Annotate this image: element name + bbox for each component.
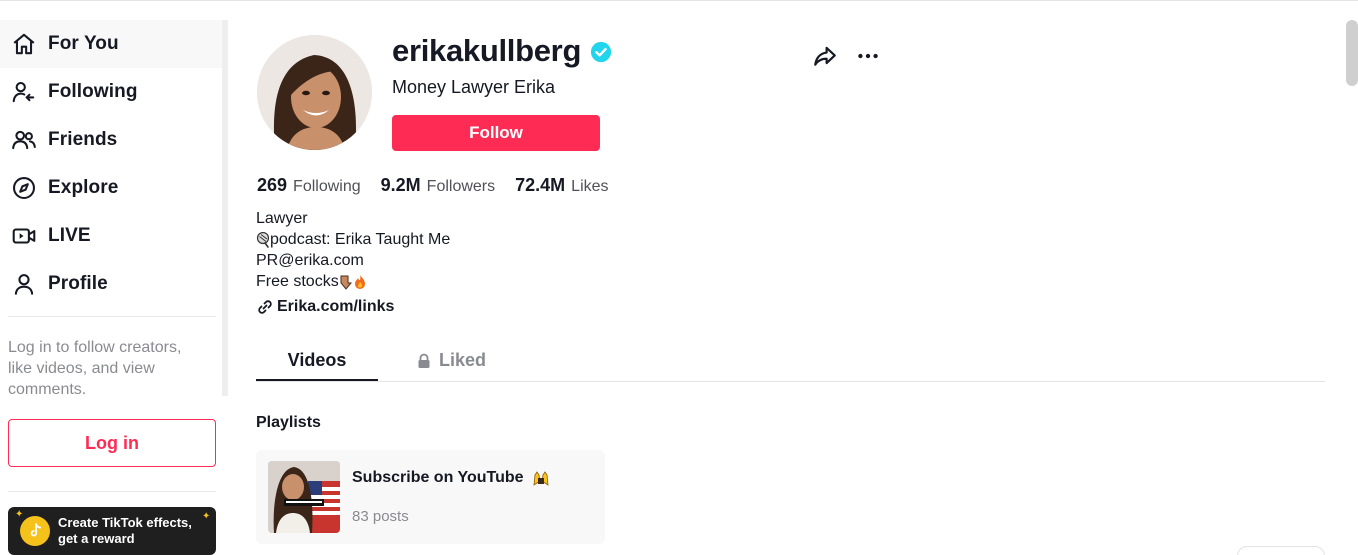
effects-banner-text: Create TikTok effects, get a reward [58, 515, 192, 547]
login-prompt-text: Log in to follow creators, like videos, … [8, 339, 182, 398]
followers-label: Followers [426, 178, 496, 195]
sidebar-scrollbar[interactable] [222, 20, 228, 396]
sidebar-item-label: LIVE [48, 225, 91, 246]
sidebar-item-friends[interactable]: Friends [0, 116, 222, 164]
bio-line: PR@erika.com [256, 252, 364, 269]
following-count: 269 [257, 175, 288, 195]
sparkle-icon: ✦ [15, 509, 24, 520]
playlist-thumbnail [268, 461, 340, 533]
lock-icon [416, 353, 432, 369]
profile-link[interactable]: Erika.com/links [257, 298, 394, 316]
profile-bio: Lawyer podcast: Erika Taught Me PR@erika… [256, 208, 450, 292]
page-scrollbar[interactable] [1346, 20, 1358, 86]
corner-button[interactable] [1237, 546, 1325, 555]
sidebar-item-live[interactable]: LIVE [0, 212, 222, 260]
bio-line: Lawyer [256, 210, 308, 227]
bio-stocks-text: Free stocks [256, 273, 339, 290]
sidebar-item-label: For You [48, 33, 119, 54]
profile-avatar[interactable] [257, 35, 372, 150]
profile-nickname: Money Lawyer Erika [392, 77, 556, 97]
tab-liked[interactable]: Liked [396, 340, 506, 381]
bio-line: podcast: Erika Taught Me [256, 229, 450, 250]
link-icon [257, 299, 273, 315]
following-icon [10, 78, 38, 106]
effects-reward-banner[interactable]: Create TikTok effects, get a reward ✦ ✦ [8, 507, 216, 555]
profile-username: erikakullberg [392, 33, 582, 68]
sidebar-item-following[interactable]: Following [0, 68, 222, 116]
verified-badge-icon [590, 41, 612, 63]
pointing-down-emoji-icon [339, 274, 353, 290]
following-label: Following [293, 178, 361, 195]
sidebar: For You Following Friends Explore LIVE P… [0, 0, 228, 555]
login-button[interactable]: Log in [8, 419, 216, 467]
sidebar-item-explore[interactable]: Explore [0, 164, 222, 212]
likes-count: 72.4M [515, 175, 566, 195]
playlist-name-text: Subscribe on YouTube [352, 469, 524, 487]
profile-stats: 269 Following 9.2M Followers 72.4M Likes [257, 175, 629, 196]
sidebar-divider [8, 491, 216, 492]
sidebar-item-label: Friends [48, 129, 118, 150]
sidebar-item-for-you[interactable]: For You [0, 20, 222, 68]
sidebar-item-label: Explore [48, 177, 119, 198]
playlists-heading: Playlists [256, 414, 321, 431]
tab-liked-label: Liked [438, 350, 486, 370]
sidebar-divider [8, 316, 216, 317]
profile-icon [10, 270, 38, 298]
bio-line: Free stocks [256, 271, 450, 292]
share-icon[interactable] [812, 43, 838, 69]
followers-count: 9.2M [380, 175, 421, 195]
bio-podcast-text: podcast: Erika Taught Me [270, 231, 451, 248]
profile-link-text[interactable]: Erika.com/links [277, 298, 394, 316]
raising-hands-emoji-icon [532, 469, 550, 487]
playlist-post-count: 83 posts [352, 508, 409, 525]
microphone-emoji-icon [256, 231, 270, 248]
sidebar-item-profile[interactable]: Profile [0, 260, 222, 308]
followers-stat[interactable]: 9.2M Followers [381, 175, 496, 196]
tab-videos[interactable]: Videos [256, 340, 378, 381]
effects-banner-line: Create TikTok effects, [58, 515, 192, 530]
likes-stat: 72.4M Likes [515, 175, 608, 196]
likes-label: Likes [571, 178, 609, 195]
follow-button[interactable]: Follow [392, 115, 600, 151]
friends-icon [10, 126, 38, 154]
more-options-icon[interactable] [855, 43, 881, 69]
active-tab-indicator [256, 379, 378, 381]
sidebar-item-label: Profile [48, 273, 108, 294]
fire-emoji-icon [353, 274, 367, 290]
sparkle-icon: ✦ [202, 511, 211, 522]
compass-icon [10, 174, 38, 202]
effects-banner-line: get a reward [58, 531, 135, 546]
home-icon [10, 30, 38, 58]
playlist-card[interactable]: Subscribe on YouTube 83 posts [256, 450, 605, 544]
playlist-name: Subscribe on YouTube [352, 469, 550, 487]
tiktok-effects-logo-icon [20, 516, 50, 546]
following-stat[interactable]: 269 Following [257, 175, 361, 196]
live-icon [10, 222, 38, 250]
profile-tabs: Videos Liked [256, 340, 1325, 382]
sidebar-item-label: Following [48, 81, 138, 102]
